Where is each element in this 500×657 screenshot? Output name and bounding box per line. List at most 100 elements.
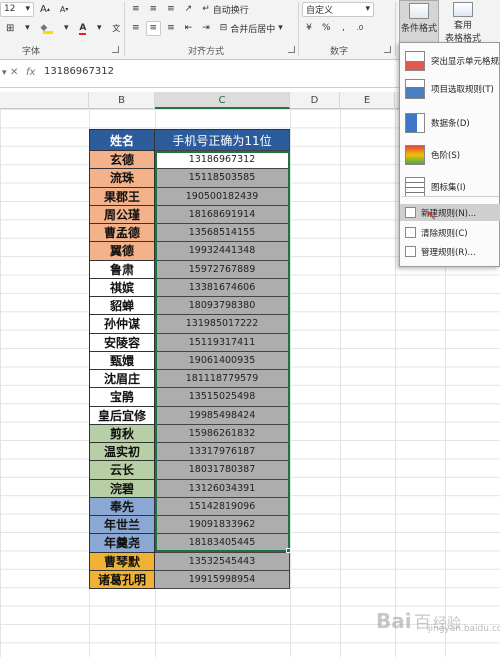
name-box-dropdown-icon[interactable]: ▾ [2,68,7,78]
phone-cell[interactable]: 15972767889 [155,260,290,279]
indent-increase-icon[interactable]: ⇥ [198,21,214,36]
name-cell[interactable]: 安陵容 [89,333,155,352]
name-cell[interactable]: 宝鹃 [89,388,155,407]
font-size-select[interactable]: 12 ▾ [0,1,34,17]
menu-item-2[interactable]: 项目选取规则(T) [400,77,500,101]
phone-cell[interactable]: 15986261832 [155,424,290,443]
currency-icon[interactable]: ¥ [302,21,316,36]
formula-input[interactable]: 13186967312 [44,66,114,77]
phone-cell[interactable]: 13317976187 [155,443,290,462]
align-left-icon[interactable]: ≡ [128,21,144,36]
fill-handle[interactable] [286,548,291,553]
phone-cell[interactable]: 190500182439 [155,187,290,206]
phone-cell[interactable]: 13186967312 [155,151,290,170]
phonetic-button[interactable]: 文 [108,21,124,36]
name-cell[interactable]: 曹琴默 [89,552,155,571]
menu-item-6[interactable]: 新建规则(N)... [400,204,500,221]
font-color-button[interactable]: A [75,21,90,36]
phone-cell[interactable]: 131985017222 [155,315,290,334]
shrink-font-button[interactable]: A ▾ [56,2,73,17]
chevron-down-icon[interactable]: ▾ [59,21,73,36]
name-cell[interactable]: 剪秋 [89,424,155,443]
name-cell[interactable]: 翼德 [89,242,155,261]
fill-color-button[interactable]: ◆ [36,21,57,36]
phone-cell[interactable]: 13515025498 [155,388,290,407]
align-right-icon[interactable]: ≡ [163,21,179,36]
menu-item-7[interactable]: 清除规则(C) [400,224,500,241]
phone-cell[interactable]: 18031780387 [155,461,290,480]
column-header-d[interactable]: D [290,92,340,109]
phone-cell[interactable]: 18093798380 [155,297,290,316]
border-button[interactable]: ⊞ [2,21,18,36]
chevron-down-icon[interactable]: ▾ [92,21,106,36]
name-cell[interactable]: 奉先 [89,497,155,516]
phone-cell[interactable]: 19915998954 [155,570,290,589]
phone-cell[interactable]: 19061400935 [155,351,290,370]
merge-center-button[interactable]: ⊟ 合并后居中 ▾ [216,21,302,36]
chevron-down-icon[interactable]: ▾ [20,21,34,36]
alignment-dialog-launcher[interactable] [288,46,295,53]
phone-cell[interactable]: 19932441348 [155,242,290,261]
phone-cell[interactable]: 18183405445 [155,534,290,553]
name-cell[interactable]: 周公瑾 [89,205,155,224]
menu-item-1[interactable]: 突出显示单元格规 [400,49,500,73]
align-middle-icon[interactable]: ≡ [146,2,162,17]
column-header-b[interactable]: B [89,92,155,109]
name-cell[interactable]: 鲁肃 [89,260,155,279]
menu-item-8[interactable]: 管理规则(R)... [400,243,500,260]
align-center-icon[interactable]: ≡ [145,20,162,36]
format-as-table-button[interactable]: 套用 表格格式 [443,0,483,44]
name-cell[interactable]: 玄德 [89,151,155,170]
decimal-increase-icon[interactable]: .0 [353,21,368,36]
phone-cell[interactable]: 19091833962 [155,516,290,535]
name-cell[interactable]: 果郡王 [89,187,155,206]
phone-cell[interactable]: 13568514155 [155,224,290,243]
number-format-select[interactable]: 自定义 ▾ [302,1,374,17]
comma-button[interactable]: , [337,21,351,36]
name-cell[interactable]: 甄嬛 [89,351,155,370]
phone-cell[interactable]: 181118779579 [155,370,290,389]
phone-cell[interactable]: 19985498424 [155,406,290,425]
number-dialog-launcher[interactable] [384,46,391,53]
name-cell[interactable]: 年世兰 [89,516,155,535]
phone-cell[interactable]: 18168691914 [155,205,290,224]
name-cell[interactable]: 祺嫔 [89,278,155,297]
cancel-icon[interactable]: ✕ [10,67,18,78]
name-cell[interactable]: 浣碧 [89,479,155,498]
name-cell[interactable]: 孙仲谋 [89,315,155,334]
indent-decrease-icon[interactable]: ⇤ [181,21,197,36]
align-bottom-icon[interactable]: ≡ [163,2,179,17]
font-dialog-launcher[interactable] [112,46,119,53]
column-header-c[interactable]: C [155,92,290,109]
phone-cell[interactable]: 15119317411 [155,333,290,352]
column-header-e[interactable]: E [340,92,395,109]
grow-font-button[interactable]: A ▴ [36,2,54,17]
name-cell[interactable]: 温实初 [89,443,155,462]
number-row: 自定义 ▾ [302,1,376,17]
header-phone-cell[interactable]: 手机号正确为11位 [155,129,290,151]
corner-cell[interactable] [0,92,89,109]
number-format-value: 自定义 [306,5,334,16]
name-cell[interactable]: 流珠 [89,169,155,188]
phone-cell[interactable]: 15142819096 [155,497,290,516]
name-cell[interactable]: 沈眉庄 [89,370,155,389]
orientation-icon[interactable]: ↗ [181,2,197,17]
phone-cell[interactable]: 15118503585 [155,169,290,188]
percent-button[interactable]: % [318,21,335,36]
name-cell[interactable]: 貂蝉 [89,297,155,316]
menu-item-3[interactable]: 数据条(D) [400,111,500,135]
name-cell[interactable]: 年羹尧 [89,534,155,553]
name-cell[interactable]: 皇后宜修 [89,406,155,425]
phone-cell[interactable]: 13126034391 [155,479,290,498]
name-cell[interactable]: 云长 [89,461,155,480]
conditional-format-button[interactable]: 条件格式 [399,0,439,44]
phone-cell[interactable]: 13532545443 [155,552,290,571]
menu-item-4[interactable]: 色阶(S) [400,143,500,167]
name-cell[interactable]: 诸葛孔明 [89,570,155,589]
insert-function-button[interactable]: fx [26,67,35,78]
header-name-cell[interactable]: 姓名 [89,129,155,151]
phone-cell[interactable]: 13381674606 [155,278,290,297]
align-top-icon[interactable]: ≡ [128,2,144,17]
wrap-text-button[interactable]: ↵ 自动换行 [198,2,268,17]
name-cell[interactable]: 曹孟德 [89,224,155,243]
